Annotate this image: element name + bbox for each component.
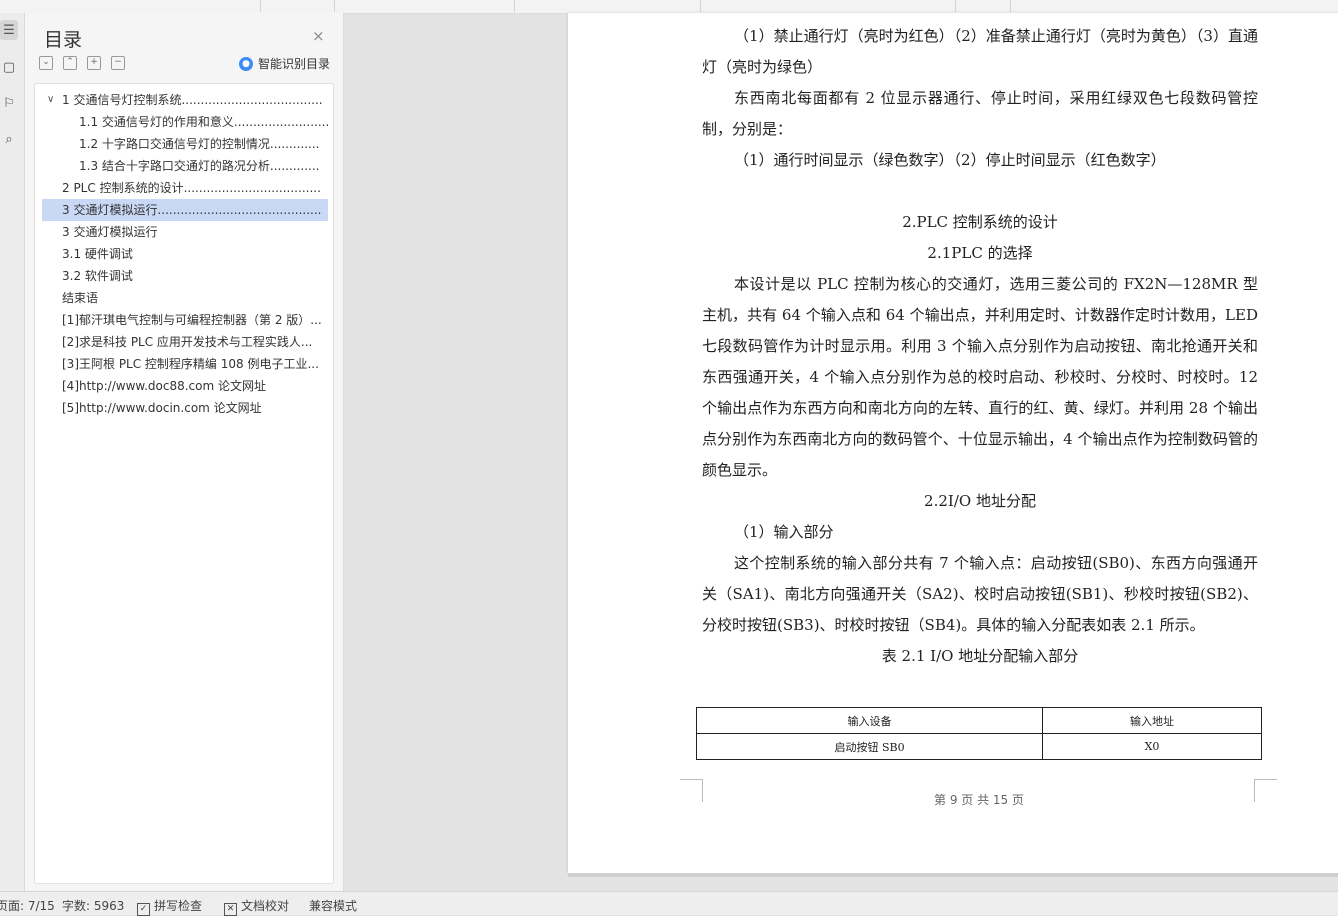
toc-item-selected[interactable]: 3 交通灯模拟运行...............................… <box>42 199 328 221</box>
toc-title: 目录 <box>44 29 83 51</box>
bookmark-icon[interactable]: ⚐ <box>0 93 18 113</box>
toc-item[interactable]: [2]求是科技 PLC 应用开发技术与工程实践人... <box>42 331 328 353</box>
page-footer: 第 9 页 共 15 页 <box>934 793 1024 807</box>
toc-list-container: ∨ 1 交通信号灯控制系统............................… <box>34 83 334 884</box>
x-icon: ✕ <box>224 903 237 916</box>
close-icon[interactable]: × <box>312 27 325 45</box>
paragraph: （1）禁止通行灯（亮时为红色）（2）准备禁止通行灯（亮时为黄色）（3）直通灯（亮… <box>702 27 1258 76</box>
ruler-tick <box>700 0 701 12</box>
page-shadow <box>568 873 1338 877</box>
toc-list: ∨ 1 交通信号灯控制系统............................… <box>42 89 328 419</box>
expand-all-button[interactable]: ⌃ <box>63 56 77 70</box>
top-ruler <box>0 0 1338 14</box>
remove-heading-button[interactable]: − <box>111 56 125 70</box>
toc-panel: 目录 × ⌄ ⌃ + − ● 智能识别目录 ∨ 1 交通信号灯控制系统......… <box>25 13 344 891</box>
subsection-heading: 2.2I/O 地址分配 <box>924 492 1036 510</box>
ruler-tick <box>260 0 261 12</box>
ruler-tick <box>955 0 956 12</box>
io-table: 输入设备 输入地址 启动按钮 SB0 X0 <box>695 707 1262 760</box>
table-header: 输入设备 <box>695 707 1044 734</box>
subsection-heading: 2.1PLC 的选择 <box>927 244 1033 262</box>
ruler-tick <box>334 0 335 12</box>
toc-item[interactable]: [3]王阿根 PLC 控制程序精编 108 例电子工业... <box>42 353 328 375</box>
smart-toc-label: 智能识别目录 <box>258 57 331 71</box>
document-body: （1）禁止通行灯（亮时为红色）（2）准备禁止通行灯（亮时为黄色）（3）直通灯（亮… <box>702 21 1258 672</box>
word-count[interactable]: 字数: 5963 <box>62 897 124 914</box>
toc-item[interactable]: 3 交通灯模拟运行 <box>42 221 328 243</box>
paragraph: 本设计是以 PLC 控制为核心的交通灯，选用三菱公司的 FX2N—128MR 型… <box>702 275 1258 479</box>
toc-item[interactable]: 3.2 软件调试 <box>42 265 328 287</box>
table-header: 输入地址 <box>1042 707 1262 734</box>
toc-item[interactable]: 1.1 交通信号灯的作用和意义.........................… <box>42 111 328 133</box>
toc-icon[interactable]: ☰ <box>0 20 18 40</box>
toc-item[interactable]: [4]http://www.doc88.com 论文网址 <box>42 375 328 397</box>
ruler-tick <box>1010 0 1011 12</box>
table-cell: 启动按钮 SB0 <box>695 733 1044 760</box>
smart-icon: ● <box>239 56 253 71</box>
document-page[interactable]: （1）禁止通行灯（亮时为红色）（2）准备禁止通行灯（亮时为黄色）（3）直通灯（亮… <box>568 13 1338 873</box>
toc-item[interactable]: [1]郁汗琪电气控制与可编程控制器（第 2 版）... <box>42 309 328 331</box>
toc-item[interactable]: 1.2 十字路口交通信号灯的控制情况............. <box>42 133 328 155</box>
doc-check-button[interactable]: ✕ 文档校对 <box>224 897 289 916</box>
add-heading-button[interactable]: + <box>87 56 101 70</box>
spell-check-button[interactable]: ✓ 拼写检查 <box>137 897 202 916</box>
pages-icon[interactable]: ▢ <box>0 57 18 77</box>
sidebar-rail: ☰ ▢ ⚐ ⌕ <box>0 13 25 891</box>
table-row: 启动按钮 SB0 X0 <box>695 733 1262 760</box>
collapse-all-button[interactable]: ⌄ <box>39 56 53 70</box>
check-icon: ✓ <box>137 903 150 916</box>
ruler-tick <box>514 0 515 12</box>
smart-toc-button[interactable]: ● 智能识别目录 <box>239 55 330 72</box>
toc-item[interactable]: 结束语 <box>42 287 328 309</box>
search-icon[interactable]: ⌕ <box>0 129 18 149</box>
toc-item[interactable]: [5]http://www.docin.com 论文网址 <box>42 397 328 419</box>
table-caption: 表 2.1 I/O 地址分配输入部分 <box>881 647 1079 665</box>
paragraph: （1）通行时间显示（绿色数字）（2）停止时间显示（红色数字） <box>734 151 1166 169</box>
table-cell: X0 <box>1042 733 1262 760</box>
chevron-down-icon[interactable]: ∨ <box>47 89 54 111</box>
toc-item[interactable]: 1.3 结合十字路口交通灯的路况分析............. <box>42 155 328 177</box>
page-indicator[interactable]: 页面: 7/15 <box>0 897 55 914</box>
section-heading: 2.PLC 控制系统的设计 <box>902 213 1058 231</box>
paragraph: （1）输入部分 <box>734 523 834 541</box>
toc-item[interactable]: 2 PLC 控制系统的设计...........................… <box>42 177 328 199</box>
compat-mode-label: 兼容模式 <box>309 899 358 913</box>
paragraph: 这个控制系统的输入部分共有 7 个输入点：启动按钮(SB0)、东西方向强通开关（… <box>702 554 1258 634</box>
toc-toolbar: ⌄ ⌃ + − <box>39 56 125 70</box>
status-bar: 页面: 7/15 字数: 5963 ✓ 拼写检查 ✕ 文档校对 兼容模式 <box>0 891 1338 916</box>
toc-item[interactable]: 3.1 硬件调试 <box>42 243 328 265</box>
paragraph: 东西南北每面都有 2 位显示器通行、停止时间，采用红绿双色七段数码管控制，分别是… <box>702 89 1258 138</box>
toc-item[interactable]: ∨ 1 交通信号灯控制系统............................… <box>42 89 328 111</box>
